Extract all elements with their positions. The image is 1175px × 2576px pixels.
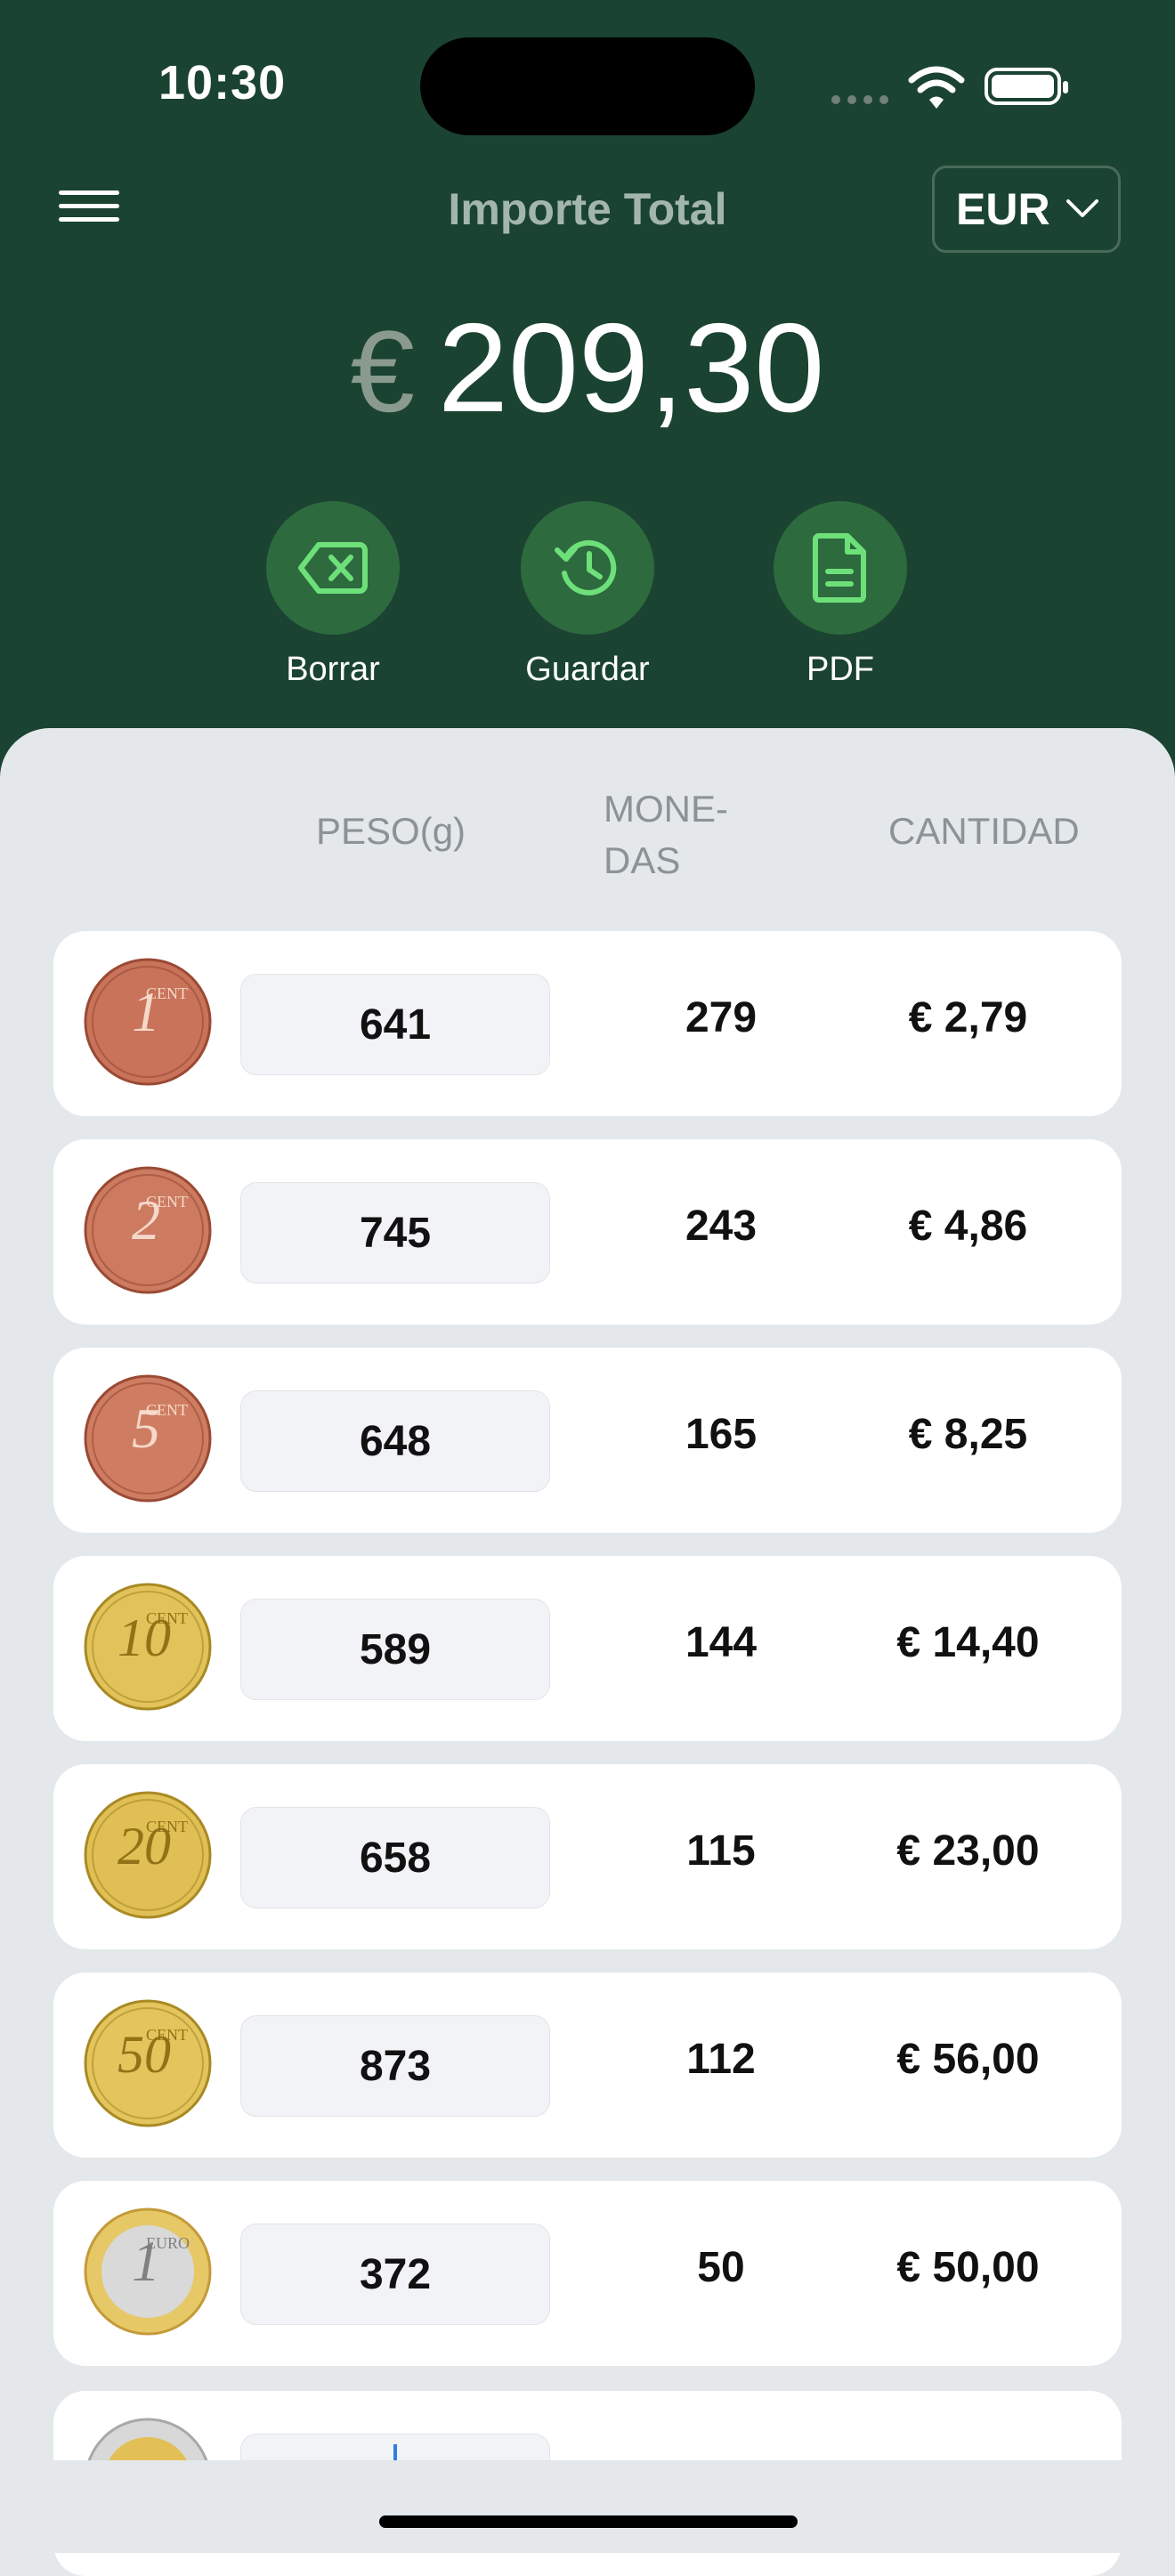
coin-row-1-euro[interactable]: 1 EURO 372 50 € 50,00 — [53, 2181, 1122, 2366]
status-bar: 10:30 — [0, 0, 1175, 169]
bottom-safe-area — [0, 2460, 1175, 2553]
coin-50-cent-icon: 50 CENT — [84, 1999, 212, 2127]
coin-20-cent-icon: 20 CENT — [84, 1791, 212, 1919]
column-header-coins-line1: MONE- — [604, 788, 728, 830]
svg-text:CENT: CENT — [146, 1193, 188, 1211]
coin-1-euro-icon: 1 EURO — [84, 2207, 212, 2336]
backspace-icon — [266, 501, 400, 635]
save-button[interactable]: Guardar — [521, 501, 654, 689]
coin-1-cent-icon: 1 CENT — [84, 958, 212, 1086]
row-amount: € 14,40 — [896, 1619, 1040, 1666]
coin-count: 112 — [686, 2036, 756, 2083]
clear-button[interactable]: Borrar — [266, 501, 400, 689]
total-amount: 209,30 — [437, 297, 825, 439]
header: 10:30 Importe Total EUR €209,30 Borrar G… — [0, 0, 1175, 783]
save-label: Guardar — [525, 651, 650, 688]
coin-5-cent-icon: 5 CENT — [84, 1374, 212, 1503]
coin-row-5-cent[interactable]: 5 CENT 648 165 € 8,25 — [53, 1348, 1122, 1533]
column-header-weight: PESO(g) — [316, 810, 466, 852]
coin-row-20-cent[interactable]: 20 CENT 658 115 € 23,00 — [53, 1764, 1122, 1949]
svg-text:CENT: CENT — [146, 1401, 188, 1419]
status-time: 10:30 — [158, 56, 287, 109]
row-amount: € 23,00 — [896, 1827, 1040, 1875]
svg-text:CENT: CENT — [146, 1609, 188, 1627]
clear-label: Borrar — [286, 651, 380, 688]
document-icon — [774, 501, 907, 635]
coin-count: 165 — [685, 1411, 758, 1458]
coin-row-10-cent[interactable]: 10 CENT 589 144 € 14,40 — [53, 1556, 1122, 1741]
home-indicator[interactable] — [379, 2515, 798, 2528]
coin-row-50-cent[interactable]: 50 CENT 873 112 € 56,00 — [53, 1973, 1122, 2158]
weight-input[interactable]: 745 — [240, 1182, 550, 1284]
coin-count: 279 — [685, 994, 758, 1041]
pdf-button[interactable]: PDF — [774, 501, 907, 689]
row-amount: € 2,79 — [908, 994, 1028, 1041]
row-amount: € 50,00 — [896, 2244, 1040, 2291]
cellular-signal-icon — [831, 93, 895, 109]
coin-2-cent-icon: 2 CENT — [84, 1166, 212, 1294]
row-amount: € 8,25 — [908, 1411, 1028, 1458]
row-amount: € 56,00 — [896, 2036, 1040, 2083]
wifi-icon — [908, 66, 965, 109]
coin-row-2-cent[interactable]: 2 CENT 745 243 € 4,86 — [53, 1139, 1122, 1324]
column-header-coins-line2: DAS — [604, 839, 681, 881]
chevron-down-icon — [1066, 199, 1098, 217]
coin-count: 50 — [697, 2244, 745, 2291]
coin-10-cent-icon: 10 CENT — [84, 1583, 212, 1711]
svg-text:CENT: CENT — [146, 1818, 188, 1835]
column-header-coins: MONE- DAS — [604, 783, 728, 887]
weight-input[interactable]: 873 — [240, 2015, 550, 2117]
coin-row-1-cent[interactable]: 1 CENT 641 279 € 2,79 — [53, 931, 1122, 1116]
coin-count: 243 — [685, 1203, 758, 1250]
weight-input[interactable]: 648 — [240, 1390, 550, 1492]
currency-label: EUR — [956, 184, 1050, 234]
svg-text:CENT: CENT — [146, 984, 188, 1002]
column-header-amount: CANTIDAD — [888, 810, 1080, 852]
currency-symbol: € — [350, 306, 415, 436]
weight-input[interactable]: 658 — [240, 1807, 550, 1908]
coin-count: 115 — [686, 1827, 756, 1875]
pdf-label: PDF — [806, 651, 874, 688]
svg-text:CENT: CENT — [146, 2026, 188, 2044]
history-icon — [521, 501, 654, 635]
total-amount-display: €209,30 — [0, 296, 1175, 441]
coin-count: 144 — [685, 1619, 758, 1666]
weight-input[interactable]: 641 — [240, 974, 550, 1075]
weight-input[interactable]: 589 — [240, 1599, 550, 1700]
currency-dropdown[interactable]: EUR — [932, 166, 1121, 253]
svg-text:EURO: EURO — [146, 2234, 190, 2252]
battery-icon — [985, 68, 1068, 105]
weight-input[interactable]: 372 — [240, 2224, 550, 2325]
row-amount: € 4,86 — [908, 1203, 1028, 1250]
dynamic-island — [420, 37, 755, 135]
